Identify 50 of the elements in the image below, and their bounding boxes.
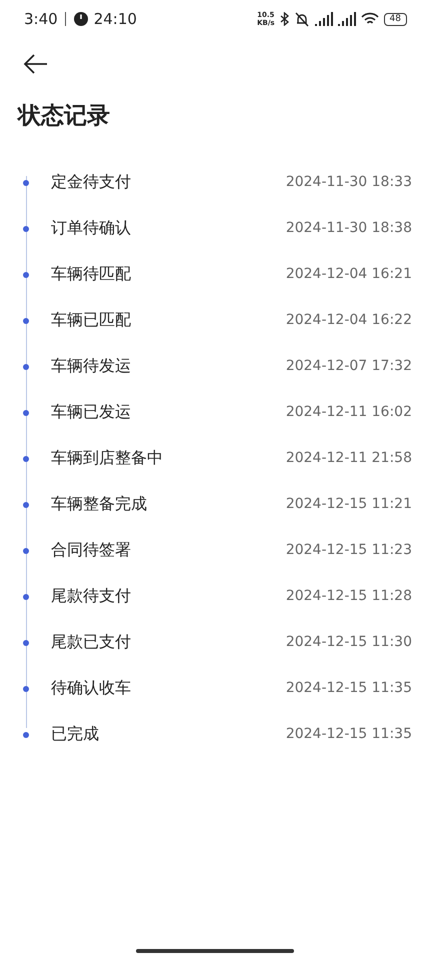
timer-time: 24:10 <box>94 10 137 28</box>
status-time: 2024-12-15 11:21 <box>286 496 412 512</box>
status-label: 尾款待支付 <box>51 586 132 606</box>
status-time: 2024-12-15 11:35 <box>286 680 412 696</box>
timeline-dot <box>23 456 29 462</box>
timeline-dot <box>23 410 29 416</box>
cell-signal-icon <box>314 12 333 26</box>
page-title: 状态记录 <box>18 102 111 131</box>
timeline-dot <box>23 318 29 324</box>
timeline-dot <box>23 180 29 186</box>
status-label: 车辆已匹配 <box>51 310 132 330</box>
bluetooth-icon <box>280 12 289 26</box>
wifi-icon <box>360 12 379 26</box>
status-label: 车辆已发运 <box>51 402 132 422</box>
status-label: 尾款已支付 <box>51 632 132 652</box>
timer-icon <box>72 11 89 27</box>
status-label: 待确认收车 <box>51 678 132 698</box>
status-label: 定金待支付 <box>51 172 132 192</box>
status-label: 合同待签署 <box>51 540 132 560</box>
back-button[interactable] <box>23 54 49 76</box>
status-time: 2024-12-04 16:22 <box>286 312 412 328</box>
status-time: 2024-12-15 11:35 <box>286 726 412 742</box>
status-label: 车辆整备完成 <box>51 494 148 514</box>
timeline-dot <box>23 594 29 600</box>
cell-signal-icon <box>338 12 356 26</box>
muted-bell-icon <box>294 12 310 26</box>
timeline-dot <box>23 640 29 646</box>
status-time: 2024-12-07 17:32 <box>286 358 412 374</box>
status-time: 2024-11-30 18:33 <box>286 174 412 190</box>
status-time: 2024-11-30 18:38 <box>286 220 412 236</box>
status-time: 2024-12-11 21:58 <box>286 450 412 466</box>
status-label: 车辆待匹配 <box>51 264 132 284</box>
timeline-dot <box>23 502 29 508</box>
battery-indicator: 48 <box>384 12 407 26</box>
status-time: 2024-12-04 16:21 <box>286 266 412 282</box>
timeline-dot <box>23 686 29 692</box>
status-time: 2024-12-15 11:30 <box>286 634 412 650</box>
timeline-dot <box>23 364 29 370</box>
status-label: 已完成 <box>51 724 100 744</box>
status-label: 订单待确认 <box>51 218 132 238</box>
timeline-dot <box>23 272 29 278</box>
timeline-dot <box>23 732 29 738</box>
status-label: 车辆到店整备中 <box>51 448 164 468</box>
timeline-dot <box>23 548 29 554</box>
status-label: 车辆待发运 <box>51 356 132 376</box>
timeline-dot <box>23 226 29 232</box>
status-time: 2024-12-15 11:23 <box>286 542 412 558</box>
clock-time: 3:40 <box>24 10 58 28</box>
status-time: 2024-12-15 11:28 <box>286 588 412 604</box>
status-time: 2024-12-11 16:02 <box>286 404 412 420</box>
